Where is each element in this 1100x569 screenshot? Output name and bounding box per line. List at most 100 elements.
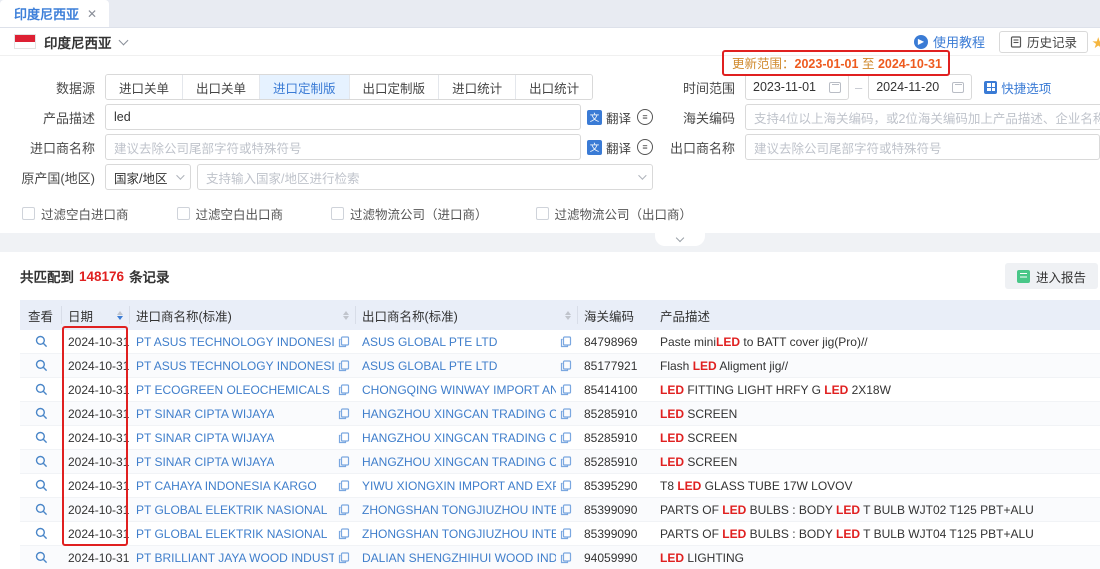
importer-link[interactable]: PT ECOGREEN OLEOCHEMICALS [136,383,330,397]
exporter-link[interactable]: ASUS GLOBAL PTE LTD [362,359,497,373]
copy-icon[interactable] [338,480,350,492]
importer-link[interactable]: PT GLOBAL ELEKTRIK NASIONAL [136,503,327,517]
checkbox-filter-logistics-importer[interactable]: 过滤物流公司（进口商） [331,204,488,223]
tab-import-statistics[interactable]: 进口统计 [438,75,515,99]
enter-report-button[interactable]: 进入报告 [1005,263,1098,289]
copy-icon[interactable] [560,360,572,372]
copy-icon[interactable] [560,432,572,444]
product-desc-input[interactable]: led [105,104,581,130]
date-cell: 2024-10-31 [62,407,130,421]
importer-link[interactable]: PT ASUS TECHNOLOGY INDONESIA BA... [136,335,334,349]
exporter-link[interactable]: HANGZHOU XINGCAN TRADING CO LTD [362,407,556,421]
exporter-link[interactable]: ZHONGSHAN TONGJIUZHOU INTERNA... [362,527,556,541]
exact-match-icon[interactable]: ≡ [637,139,653,155]
count-value: 148176 [79,269,124,284]
exporter-link[interactable]: YIWU XIONGXIN IMPORT AND EXPORT... [362,479,556,493]
importer-link[interactable]: PT ASUS TECHNOLOGY INDONESIA BA... [136,359,334,373]
sort-icon[interactable] [565,311,571,320]
view-details-icon[interactable] [35,551,48,564]
header-date[interactable]: 日期 [62,306,130,324]
view-details-icon[interactable] [35,431,48,444]
hs-code-input[interactable]: 支持4位以上海关编码，或2位海关编码加上产品描述、企业名称的任意信息 [745,104,1100,130]
view-details-icon[interactable] [35,479,48,492]
exporter-link[interactable]: ASUS GLOBAL PTE LTD [362,335,497,349]
checkbox-filter-blank-importer[interactable]: 过滤空白进口商 [22,204,129,223]
importer-link[interactable]: PT BRILLIANT JAYA WOOD INDUSTRY [136,551,334,565]
tab-export-statistics[interactable]: 出口统计 [515,75,592,99]
copy-icon[interactable] [338,432,350,444]
header-importer[interactable]: 进口商名称(标准) [130,306,356,324]
exact-match-icon[interactable]: ≡ [637,109,653,125]
copy-icon[interactable] [338,504,350,516]
copy-icon[interactable] [560,408,572,420]
view-details-icon[interactable] [35,383,48,396]
exporter-input[interactable]: 建议去除公司尾部字符或特殊符号 [745,134,1100,160]
sort-icon[interactable] [343,311,349,320]
exporter-label: 出口商名称 [663,138,735,157]
view-details-icon[interactable] [35,527,48,540]
origin-search-input[interactable]: 支持输入国家/地区进行检索 [197,164,653,190]
origin-country-select[interactable]: 国家/地区 [105,164,191,190]
tutorial-link[interactable]: ▶ 使用教程 [914,32,985,51]
importer-link[interactable]: PT SINAR CIPTA WIJAYA [136,407,274,421]
checkbox-filter-logistics-exporter[interactable]: 过滤物流公司（出口商） [536,204,693,223]
tab-export-custom[interactable]: 出口定制版 [349,75,439,99]
exporter-link[interactable]: HANGZHOU XINGCAN TRADING CO LTD [362,431,556,445]
importer-input[interactable]: 建议去除公司尾部字符或特殊符号 [105,134,581,160]
tab-export-declarations[interactable]: 出口关单 [182,75,259,99]
view-details-icon[interactable] [35,455,48,468]
copy-icon[interactable] [338,360,350,372]
history-button[interactable]: 历史记录 [999,31,1088,53]
copy-icon[interactable] [338,384,350,396]
checkbox-icon [331,207,344,220]
translate-button[interactable]: 文 翻译 [587,108,631,127]
view-details-icon[interactable] [35,503,48,516]
chevron-down-icon[interactable] [118,35,128,45]
importer-link[interactable]: PT SINAR CIPTA WIJAYA [136,455,274,469]
view-details-icon[interactable] [35,407,48,420]
exporter-link[interactable]: CHONGQING WINWAY IMPORT AND E... [362,383,556,397]
date-to-input[interactable]: 2024-11-20 [868,74,972,100]
sort-icon[interactable] [117,311,123,320]
date-from-input[interactable]: 2023-11-01 [745,74,849,100]
copy-icon[interactable] [560,456,572,468]
table-body: 2024-10-31 PT ASUS TECHNOLOGY INDONESIA B… [20,330,1100,569]
header-product-desc: 产品描述 [654,306,1100,324]
filter-panel: 更新范围：2023-01-01 至 2024-10-31 数据源 进口关单 出口… [0,56,1100,233]
copy-icon[interactable] [338,552,350,564]
importer-link[interactable]: PT GLOBAL ELEKTRIK NASIONAL [136,527,327,541]
date-cell: 2024-10-31 [62,527,130,541]
exporter-link[interactable]: DALIAN SHENGZHIHUI WOOD INDUST... [362,551,556,565]
copy-icon[interactable] [560,504,572,516]
checkbox-filter-blank-exporter[interactable]: 过滤空白出口商 [177,204,284,223]
tab-import-declarations[interactable]: 进口关单 [106,75,182,99]
exporter-link[interactable]: HANGZHOU XINGCAN TRADING CO LTD [362,455,556,469]
copy-icon[interactable] [560,336,572,348]
importer-link[interactable]: PT CAHAYA INDONESIA KARGO [136,479,317,493]
hs-code-cell: 85414100 [578,383,654,397]
copy-icon[interactable] [338,336,350,348]
copy-icon[interactable] [560,384,572,396]
copy-icon[interactable] [560,552,572,564]
data-source-tabs: 进口关单 出口关单 进口定制版 出口定制版 进口统计 出口统计 [105,74,593,100]
tab-import-custom[interactable]: 进口定制版 [259,75,349,99]
copy-icon[interactable] [560,480,572,492]
importer-link[interactable]: PT SINAR CIPTA WIJAYA [136,431,274,445]
tab-close-icon[interactable]: ✕ [87,7,97,21]
history-label: 历史记录 [1027,32,1077,51]
collapse-panel-handle[interactable] [655,233,705,246]
copy-icon[interactable] [338,456,350,468]
quick-options-button[interactable]: 快捷选项 [984,78,1051,97]
exporter-link[interactable]: ZHONGSHAN TONGJIUZHOU INTERNA... [362,503,556,517]
favorite-star-icon[interactable]: ★ [1092,34,1100,52]
copy-icon[interactable] [560,528,572,540]
tab-indonesia[interactable]: 印度尼西亚 ✕ [0,0,109,27]
header-exporter[interactable]: 出口商名称(标准) [356,306,578,324]
view-details-icon[interactable] [35,359,48,372]
translate-button[interactable]: 文 翻译 [587,138,631,157]
copy-icon[interactable] [338,528,350,540]
calendar-icon [829,82,841,93]
view-details-icon[interactable] [35,335,48,348]
count-suffix: 条记录 [129,266,170,286]
copy-icon[interactable] [338,408,350,420]
